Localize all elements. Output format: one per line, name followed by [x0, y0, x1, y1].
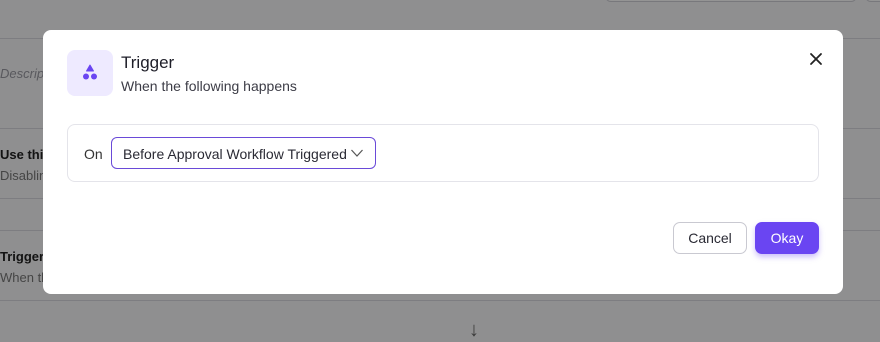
trigger-event-select[interactable]: Before Approval Workflow Triggered	[111, 137, 376, 169]
trigger-config-panel: On Before Approval Workflow Triggered	[67, 124, 819, 182]
cancel-button[interactable]: Cancel	[673, 222, 747, 254]
close-button[interactable]	[805, 48, 827, 70]
trigger-modal: Trigger When the following happens On Be…	[43, 30, 843, 294]
trigger-event-value: Before Approval Workflow Triggered	[123, 146, 347, 162]
modal-subtitle: When the following happens	[121, 78, 297, 94]
trigger-icon-container	[67, 50, 113, 96]
chevron-down-icon	[351, 149, 363, 157]
modal-title: Trigger	[121, 53, 175, 72]
okay-button[interactable]: Okay	[755, 222, 819, 254]
shapes-icon	[83, 64, 97, 80]
close-icon	[810, 53, 822, 65]
on-label: On	[84, 146, 103, 162]
